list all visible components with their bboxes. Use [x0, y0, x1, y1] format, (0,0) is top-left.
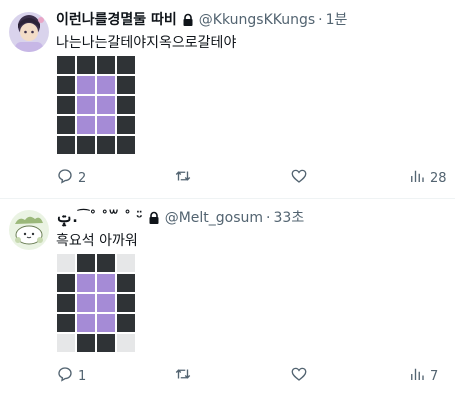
- action-bar: 2 28: [56, 168, 448, 188]
- timestamp[interactable]: 33초: [274, 209, 305, 227]
- purple-square: [77, 76, 95, 94]
- analytics-icon: [408, 365, 426, 387]
- like-button[interactable]: [290, 168, 312, 188]
- dark-square: [57, 76, 75, 94]
- dark-square: [97, 56, 115, 74]
- dark-square: [117, 116, 135, 134]
- handle[interactable]: @Melt_gosum: [165, 209, 263, 227]
- dark-square: [57, 116, 75, 134]
- display-name[interactable]: ݓ.⁀˚ ˚꒳ ˚ ᵕ̈: [56, 209, 143, 227]
- lock-icon: [181, 13, 195, 27]
- purple-square: [97, 116, 115, 134]
- action-bar: 1 7: [56, 366, 448, 386]
- dark-square: [117, 274, 135, 292]
- reply-icon: [56, 167, 74, 189]
- dark-square: [117, 314, 135, 332]
- retweet-button[interactable]: [174, 366, 196, 386]
- dark-square: [77, 334, 95, 352]
- reply-icon: [56, 365, 74, 387]
- tweet-header: 이런나를경멸둘 따비 @KkungsKKungs · 1분: [56, 11, 347, 29]
- dark-square: [77, 254, 95, 272]
- purple-square: [97, 294, 115, 312]
- avatar[interactable]: [9, 12, 49, 52]
- light-square: [57, 334, 75, 352]
- purple-square: [97, 76, 115, 94]
- tweet-text: 흑요석 아까워: [56, 233, 138, 249]
- reply-button[interactable]: 1: [56, 366, 86, 386]
- retweet-button[interactable]: [174, 168, 196, 188]
- retweet-icon: [174, 365, 192, 387]
- reply-button[interactable]: 2: [56, 168, 86, 188]
- display-name[interactable]: 이런나를경멸둘 따비: [56, 11, 177, 29]
- tweet-header: ݓ.⁀˚ ˚꒳ ˚ ᵕ̈ @Melt_gosum · 33초: [56, 209, 304, 227]
- reply-count: 2: [78, 170, 87, 186]
- heart-icon: [290, 365, 308, 387]
- emoji-grid: [57, 254, 135, 352]
- tweet[interactable]: ݓ.⁀˚ ˚꒳ ˚ ᵕ̈ @Melt_gosum · 33초 흑요석 아까워 1: [0, 198, 455, 401]
- dark-square: [117, 294, 135, 312]
- purple-square: [97, 314, 115, 332]
- emoji-grid: [57, 56, 135, 154]
- separator-dot: ·: [266, 210, 271, 226]
- light-square: [117, 254, 135, 272]
- dark-square: [97, 254, 115, 272]
- purple-square: [77, 294, 95, 312]
- dark-square: [57, 56, 75, 74]
- retweet-icon: [174, 167, 192, 189]
- heart-icon: [290, 167, 308, 189]
- purple-square: [77, 274, 95, 292]
- dark-square: [77, 56, 95, 74]
- view-count: 28: [430, 170, 447, 186]
- dark-square: [117, 56, 135, 74]
- views-button[interactable]: 7: [408, 366, 438, 386]
- tweet-text: 나는나는갈테야지옥으로갈테야: [56, 35, 237, 51]
- light-square: [57, 254, 75, 272]
- dark-square: [57, 294, 75, 312]
- analytics-icon: [408, 167, 426, 189]
- reply-count: 1: [78, 368, 87, 384]
- avatar[interactable]: [9, 210, 49, 250]
- dark-square: [117, 76, 135, 94]
- purple-square: [97, 96, 115, 114]
- view-count: 7: [430, 368, 439, 384]
- views-button[interactable]: 28: [408, 168, 447, 188]
- separator-dot: ·: [318, 12, 323, 28]
- dark-square: [97, 334, 115, 352]
- lock-icon: [147, 211, 161, 225]
- dark-square: [97, 136, 115, 154]
- dark-square: [57, 96, 75, 114]
- purple-square: [97, 274, 115, 292]
- dark-square: [57, 314, 75, 332]
- purple-square: [77, 96, 95, 114]
- dark-square: [77, 136, 95, 154]
- purple-square: [77, 314, 95, 332]
- dark-square: [117, 136, 135, 154]
- light-square: [117, 334, 135, 352]
- like-button[interactable]: [290, 366, 312, 386]
- handle[interactable]: @KkungsKKungs: [199, 11, 315, 29]
- purple-square: [77, 116, 95, 134]
- timestamp[interactable]: 1분: [326, 11, 348, 29]
- dark-square: [57, 136, 75, 154]
- dark-square: [117, 96, 135, 114]
- tweet[interactable]: 이런나를경멸둘 따비 @KkungsKKungs · 1분 나는나는갈테야지옥으…: [0, 0, 455, 198]
- dark-square: [57, 274, 75, 292]
